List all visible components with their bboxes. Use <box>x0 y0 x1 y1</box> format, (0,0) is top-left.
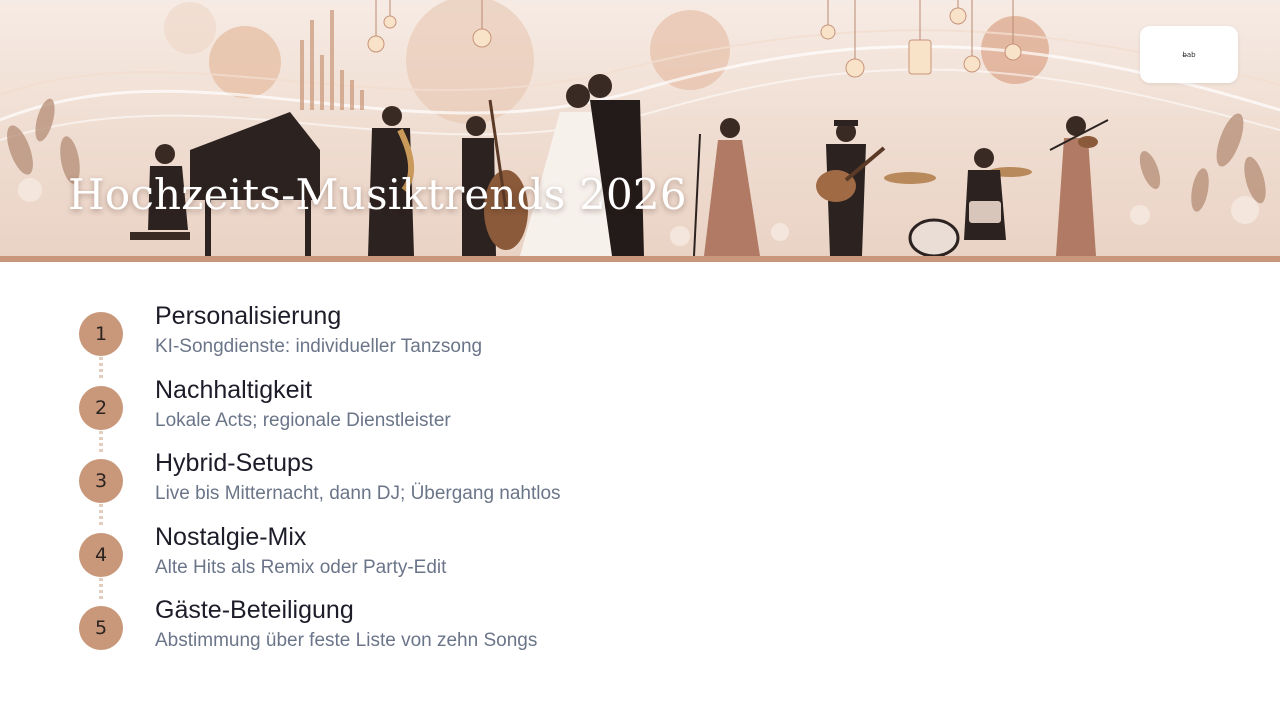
item-title: Nostalgie-Mix <box>155 523 307 551</box>
number-badge: 2 <box>79 386 123 430</box>
number-badge: 5 <box>79 606 123 650</box>
item-title: Gäste-Beteiligung <box>155 596 354 624</box>
list-item: 4 Nostalgie-Mix Alte Hits als Remix oder… <box>0 523 1000 593</box>
list-item: 3 Hybrid-Setups Live bis Mitternacht, da… <box>0 449 1000 519</box>
item-title: Hybrid-Setups <box>155 449 314 477</box>
list-item: 2 Nachhaltigkeit Lokale Acts; regionale … <box>0 376 1000 446</box>
item-description: KI-Songdienste: individueller Tanzsong <box>155 336 483 357</box>
item-description: Abstimmung über feste Liste von zehn Son… <box>155 630 538 651</box>
number-badge: 1 <box>79 312 123 356</box>
item-description: Lokale Acts; regionale Dienstleister <box>155 410 451 431</box>
item-description: Alte Hits als Remix oder Party-Edit <box>155 557 447 578</box>
number-badge: 4 <box>79 533 123 577</box>
trend-list: 1 Personalisierung KI-Songdienste: indiv… <box>0 0 1280 720</box>
list-item: 1 Personalisierung KI-Songdienste: indiv… <box>0 302 1000 372</box>
number-badge: 3 <box>79 459 123 503</box>
list-item: 5 Gäste-Beteiligung Abstimmung über fest… <box>0 596 1000 666</box>
item-description: Live bis Mitternacht, dann DJ; Übergang … <box>155 483 561 504</box>
item-title: Nachhaltigkeit <box>155 376 313 404</box>
item-title: Personalisierung <box>155 302 342 330</box>
